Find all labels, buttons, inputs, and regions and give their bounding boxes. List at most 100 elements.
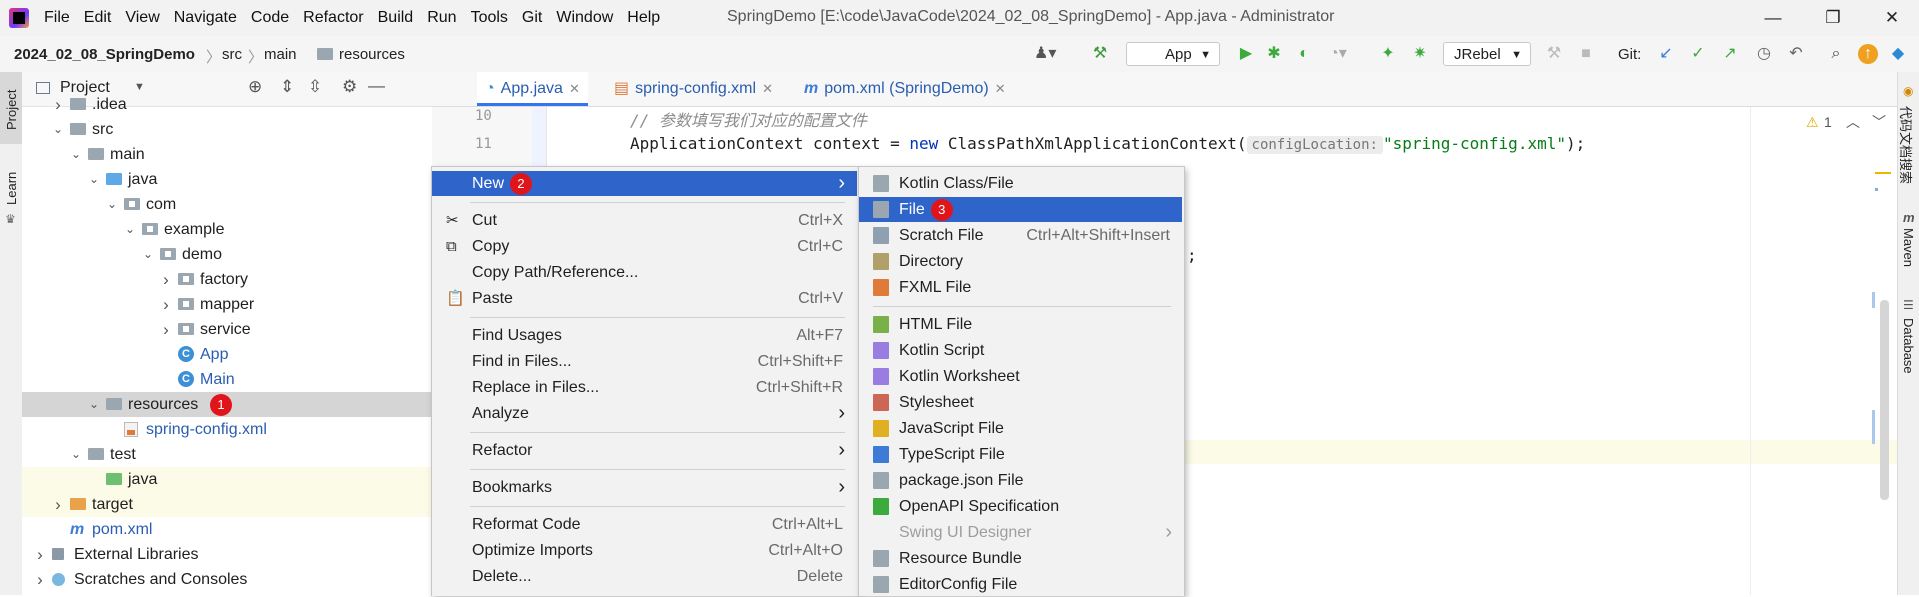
tree-row[interactable]: m pom.xml (22, 517, 432, 542)
chevron-down-icon[interactable]: ⌄ (88, 392, 100, 417)
menu-item-bookmarks[interactable]: Bookmarks › (432, 475, 857, 500)
tree-row[interactable]: ⌄ test (22, 442, 432, 467)
tab-pom-xml-springdemo[interactable]: m pom.xml (SpringDemo) ✕ (796, 72, 1014, 106)
project-tool-tab[interactable]: Project (0, 72, 22, 144)
chevron-down-icon[interactable]: ⌄ (142, 242, 154, 267)
menu-item-copy-path-reference[interactable]: Copy Path/Reference... (432, 260, 857, 285)
menu-git[interactable]: Git (522, 9, 542, 27)
menu-item-file[interactable]: File 3 (859, 197, 1182, 222)
tree-row-selected[interactable]: ⌄ resources 1 (22, 392, 432, 417)
menu-navigate[interactable]: Navigate (174, 9, 237, 27)
chevron-right-icon[interactable]: › (52, 492, 64, 517)
user-icon[interactable]: ♟▾ (1034, 44, 1056, 64)
locate-icon[interactable]: ⊕ (248, 77, 262, 97)
maximize-icon[interactable]: ❐ (1803, 0, 1863, 36)
breadcrumb-main[interactable]: main (264, 46, 297, 63)
history-icon[interactable]: ◷ (1754, 44, 1774, 64)
hide-icon[interactable]: — (368, 76, 385, 96)
chevron-down-icon[interactable]: ▼ (134, 81, 145, 93)
menu-item-find-in-files[interactable]: Find in Files... Ctrl+Shift+F (432, 349, 857, 374)
editor-scrollbar[interactable] (1880, 300, 1889, 500)
menu-item-kotlin-worksheet[interactable]: Kotlin Worksheet (859, 364, 1182, 389)
menu-item-analyze[interactable]: Analyze › (432, 401, 857, 426)
menu-item-refactor[interactable]: Refactor › (432, 438, 857, 463)
menu-item-javascript-file[interactable]: JavaScript File (859, 416, 1182, 441)
menu-item-stylesheet[interactable]: Stylesheet (859, 390, 1182, 415)
git-commit-icon[interactable]: ✓ (1688, 44, 1708, 64)
coverage-icon[interactable]: ◐ (1294, 44, 1314, 64)
learn-tool-label[interactable]: Learn (4, 172, 19, 205)
chevron-down-icon[interactable]: ⌄ (70, 442, 82, 467)
menu-window[interactable]: Window (556, 9, 613, 27)
jrebel-run-icon[interactable]: ✦ (1378, 44, 1398, 64)
tree-row[interactable]: › service (22, 317, 432, 342)
tree-row[interactable]: ⌄ example (22, 217, 432, 242)
tree-row[interactable]: ⌄ demo (22, 242, 432, 267)
close-icon[interactable]: ✕ (762, 81, 773, 96)
build-hammer-icon[interactable]: ⚒ (1090, 44, 1110, 64)
menu-item-copy[interactable]: ⧉ Copy Ctrl+C (432, 234, 857, 259)
close-icon[interactable]: ✕ (995, 81, 1006, 96)
chevron-down-icon[interactable]: ⌄ (52, 117, 64, 142)
menu-item-editorconfig-file[interactable]: EditorConfig File (859, 572, 1182, 597)
menu-item-find-usages[interactable]: Find Usages Alt+F7 (432, 323, 857, 348)
tree-row[interactable]: › .idea (22, 96, 432, 117)
run-icon[interactable]: ▶ (1236, 44, 1256, 64)
menu-tools[interactable]: Tools (471, 9, 508, 27)
search-icon[interactable]: ⌕ (1826, 44, 1846, 64)
profile-icon[interactable]: ◔▾ (1328, 44, 1348, 64)
rollback-icon[interactable]: ↶ (1786, 44, 1806, 64)
chevron-down-icon[interactable]: ⌄ (106, 192, 118, 217)
menu-item-replace-in-files[interactable]: Replace in Files... Ctrl+Shift+R (432, 375, 857, 400)
tree-row[interactable]: › External Libraries (22, 542, 432, 567)
menu-item-resource-bundle[interactable]: Resource Bundle (859, 546, 1182, 571)
git-push-icon[interactable]: ↗ (1720, 44, 1740, 64)
debug-icon[interactable]: ✱ (1264, 44, 1284, 64)
menu-file[interactable]: File (44, 9, 70, 27)
chevron-right-icon[interactable]: › (34, 542, 46, 567)
menu-item-html-file[interactable]: HTML File (859, 312, 1182, 337)
jrebel-select[interactable]: JRebel ▼ (1443, 42, 1531, 66)
collapse-all-icon[interactable]: ⇳ (308, 77, 322, 97)
menu-item-cut[interactable]: ✂ Cut Ctrl+X (432, 208, 857, 233)
chevron-down-icon[interactable]: ﹀ (1872, 112, 1886, 132)
menu-item-directory[interactable]: Directory (859, 249, 1182, 274)
breadcrumb-resources[interactable]: resources (339, 46, 405, 63)
maven-tab[interactable]: Maven (1901, 228, 1916, 267)
tree-row[interactable]: spring-config.xml (22, 417, 432, 442)
menu-item-package-json-file[interactable]: package.json File (859, 468, 1182, 493)
menu-view[interactable]: View (125, 9, 159, 27)
tree-row[interactable]: ⌄ src (22, 117, 432, 142)
menu-item-paste[interactable]: 📋 Paste Ctrl+V (432, 286, 857, 311)
breadcrumb-src[interactable]: src (222, 46, 242, 63)
chevron-right-icon[interactable]: › (34, 567, 46, 592)
menu-item-delete[interactable]: Delete... Delete (432, 564, 857, 589)
menu-code[interactable]: Code (251, 9, 289, 27)
menu-item-kotlin-script[interactable]: Kotlin Script (859, 338, 1182, 363)
update-icon[interactable]: ↑ (1858, 44, 1878, 64)
menu-help[interactable]: Help (627, 9, 660, 27)
warning-icon[interactable]: ⚠ (1806, 114, 1819, 131)
close-icon[interactable]: ✕ (1862, 0, 1919, 36)
menu-build[interactable]: Build (378, 9, 414, 27)
tree-row[interactable]: › factory (22, 267, 432, 292)
tab-app-java[interactable]: ◔ App.java ✕ (477, 72, 588, 106)
chevron-right-icon[interactable]: › (52, 96, 64, 117)
menu-item-reformat-code[interactable]: Reformat Code Ctrl+Alt+L (432, 512, 857, 537)
git-update-icon[interactable]: ↙ (1656, 44, 1676, 64)
tree-row[interactable]: › mapper (22, 292, 432, 317)
menu-item-new[interactable]: New 2 › (432, 171, 857, 196)
breadcrumb-project[interactable]: 2024_02_08_SpringDemo (14, 46, 195, 63)
project-view-title[interactable]: Project (60, 79, 110, 97)
tree-row[interactable]: ⌄ java (22, 167, 432, 192)
menu-item-scratch-file[interactable]: Scratch File Ctrl+Alt+Shift+Insert (859, 223, 1182, 248)
jrebel-debug-icon[interactable]: ✷ (1410, 44, 1430, 64)
chevron-down-icon[interactable]: ⌄ (88, 167, 100, 192)
close-icon[interactable]: ✕ (569, 81, 580, 96)
menu-item-typescript-file[interactable]: TypeScript File (859, 442, 1182, 467)
chevron-right-icon[interactable]: › (160, 317, 172, 342)
doc-search-tab[interactable]: 代码文档搜索 (1897, 106, 1916, 184)
menu-run[interactable]: Run (427, 9, 456, 27)
plugin-icon[interactable]: ◆ (1888, 44, 1908, 64)
chevron-down-icon[interactable]: ⌄ (124, 217, 136, 242)
